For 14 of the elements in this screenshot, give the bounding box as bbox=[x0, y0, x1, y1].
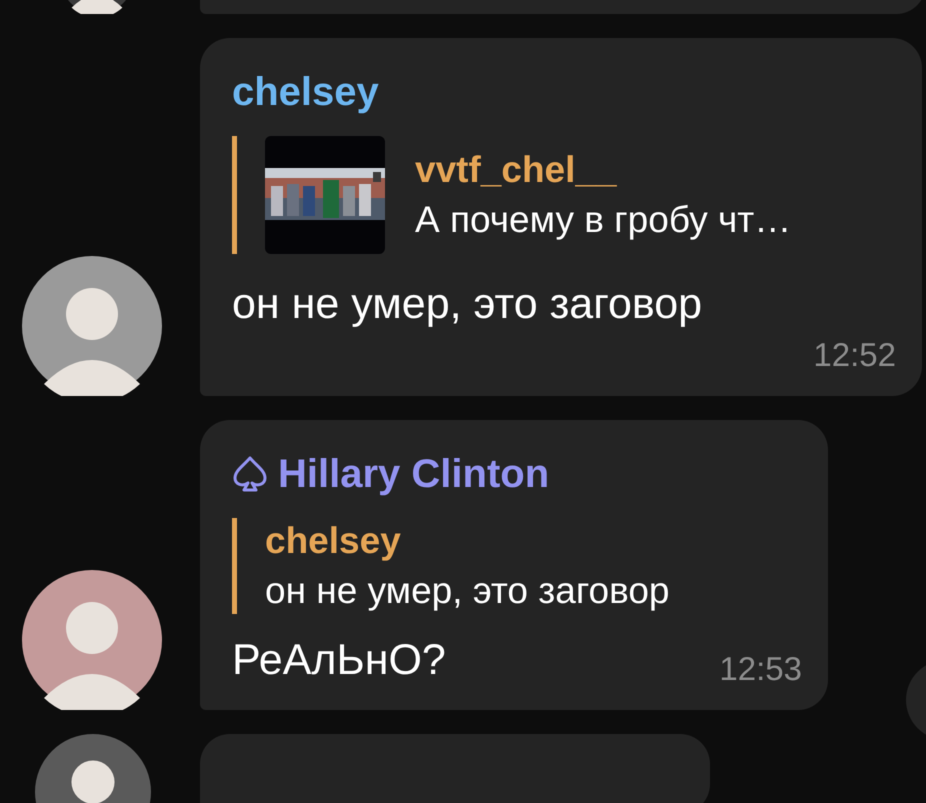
reply-author: chelsey bbox=[265, 519, 402, 563]
avatar[interactable] bbox=[22, 256, 162, 396]
sender-name[interactable]: Hillary Clinton bbox=[278, 446, 550, 502]
reply-quote[interactable]: chelsey он не умер, это заговор bbox=[232, 518, 802, 614]
reply-text: А почему в гробу чт… bbox=[415, 198, 792, 242]
message-time: 12:53 bbox=[719, 650, 802, 688]
avatar[interactable] bbox=[22, 570, 162, 710]
reply-author: vvtf_chel__ bbox=[415, 148, 618, 192]
reply-quote[interactable]: vvtf_chel__ А почему в гробу чт… bbox=[232, 136, 896, 254]
message-text: РеАлЬнО? bbox=[232, 635, 446, 686]
message-text: он не умер, это заговор bbox=[232, 279, 702, 330]
sender-name[interactable]: chelsey bbox=[232, 64, 379, 120]
message-time: 12:52 bbox=[813, 336, 896, 374]
reply-text: он не умер, это заговор bbox=[265, 569, 670, 613]
